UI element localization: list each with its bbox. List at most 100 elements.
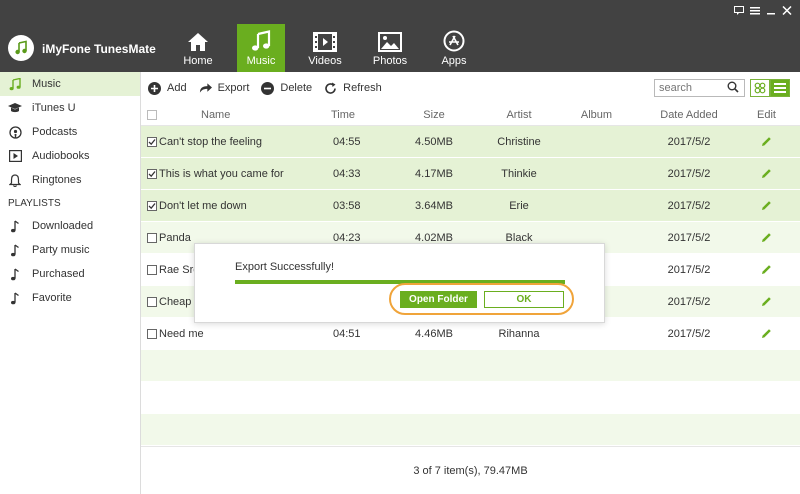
table-header: Name Time Size Artist Album Date Added E… [141,104,800,126]
audiobook-icon [8,149,22,163]
cell-date-added: 2017/5/2 [667,167,711,180]
header-name[interactable]: Name [159,109,329,121]
sidebar-item-favorite[interactable]: Favorite [0,286,140,310]
nav-label: Apps [441,55,467,67]
nav-home[interactable]: Home [174,24,222,72]
list-view-icon[interactable] [770,79,790,97]
app-logo-icon [8,35,34,61]
table-row[interactable]: This is what you came for 04:33 4.17MB Thin… [141,158,800,190]
sidebar-item-label: Downloaded [32,220,94,232]
graduation-cap-icon [8,101,22,115]
search-input[interactable] [655,82,727,94]
search-box[interactable] [654,79,745,97]
add-button[interactable]: Add [148,81,187,95]
cell-time: 04:33 [333,167,361,180]
empty-row [141,350,800,382]
row-checkbox[interactable] [141,168,159,179]
appstore-icon [443,30,465,52]
sidebar-item-purchased[interactable]: Purchased [0,262,140,286]
ok-button[interactable]: OK [484,291,564,308]
header-size[interactable]: Size [389,109,479,121]
music-note-icon [8,267,22,281]
header-time[interactable]: Time [329,109,389,121]
cell-size: 3.64MB [415,199,453,212]
cell-time: 03:58 [333,199,361,212]
nav-music[interactable]: Music [237,24,285,72]
cell-artist: Christine [497,135,541,148]
cell-artist: Erie [509,199,529,212]
sidebar-item-label: iTunes U [32,102,76,114]
empty-row [141,382,800,414]
cell-date-added: 2017/5/2 [667,231,711,244]
app-title: iMyFone TunesMate [42,42,156,56]
table-row[interactable]: Can't stop the feeling 04:55 4.50MB Christi… [141,126,800,158]
music-note-icon [8,243,22,257]
sidebar-item-label: Audiobooks [32,150,90,162]
select-all-checkbox[interactable] [141,109,159,120]
sidebar-item-ringtones[interactable]: Ringtones [0,168,140,192]
table-row[interactable]: Don't let me down 03:58 3.64MB Erie 2017/5/2 [141,190,800,222]
refresh-button[interactable]: Refresh [324,82,382,95]
row-checkbox[interactable] [141,232,159,243]
menu-icon[interactable] [749,5,760,16]
minus-circle-icon [261,81,275,95]
cell-date-added: 2017/5/2 [667,135,711,148]
sidebar-item-music[interactable]: Music [0,72,140,96]
cell-artist: Rihanna [498,327,540,340]
nav-videos[interactable]: Videos [301,24,349,72]
nav-photos[interactable]: Photos [366,24,414,72]
cell-time: 04:51 [333,327,361,340]
status-text: 3 of 7 item(s), 79.47MB [413,464,528,477]
edit-pencil-icon[interactable] [744,264,789,275]
edit-pencil-icon[interactable] [744,136,789,147]
sidebar-item-itunes-u[interactable]: iTunes U [0,96,140,120]
view-toggle [750,79,790,97]
sidebar-item-label: Favorite [32,292,72,304]
row-checkbox[interactable] [141,296,159,307]
cell-name: Can't stop the feeling [159,135,263,148]
feedback-icon[interactable] [733,5,744,16]
row-checkbox[interactable] [141,264,159,275]
sidebar-item-label: Party music [32,244,90,256]
edit-pencil-icon[interactable] [744,328,789,339]
add-label: Add [167,82,187,94]
sidebar-item-podcasts[interactable]: Podcasts [0,120,140,144]
nav-label: Videos [308,55,342,67]
export-button[interactable]: Export [199,82,250,95]
sidebar: Music iTunes U Podcasts Audiobooks Ringt… [0,72,141,494]
cell-time: 04:55 [333,135,361,148]
music-note-icon [8,219,22,233]
header-artist[interactable]: Artist [479,109,559,121]
cell-date-added: 2017/5/2 [667,295,711,308]
row-checkbox[interactable] [141,136,159,147]
edit-pencil-icon[interactable] [744,168,789,179]
minimize-icon[interactable] [765,5,776,16]
header-date-added[interactable]: Date Added [634,109,744,121]
edit-pencil-icon[interactable] [744,232,789,243]
cell-date-added: 2017/5/2 [667,263,711,276]
row-checkbox[interactable] [141,328,159,339]
sidebar-item-downloaded[interactable]: Downloaded [0,214,140,238]
bell-icon [8,173,22,187]
sidebar-item-label: Music [32,78,61,90]
title-bar: iMyFone TunesMate Home Music Videos Phot… [0,0,800,72]
sidebar-item-party-music[interactable]: Party music [0,238,140,262]
search-icon[interactable] [727,81,739,96]
cell-size: 4.02MB [415,231,453,244]
grid-view-icon[interactable] [750,79,770,97]
sidebar-item-audiobooks[interactable]: Audiobooks [0,144,140,168]
header-album[interactable]: Album [559,109,634,121]
empty-row [141,414,800,446]
cell-name: Need me [159,327,204,340]
edit-pencil-icon[interactable] [744,200,789,211]
delete-button[interactable]: Delete [261,81,312,95]
cell-date-added: 2017/5/2 [667,199,711,212]
nav-apps[interactable]: Apps [430,24,478,72]
cell-date-added: 2017/5/2 [667,327,711,340]
open-folder-button[interactable]: Open Folder [400,291,477,308]
cell-artist: Thinkie [501,167,537,180]
edit-pencil-icon[interactable] [744,296,789,307]
export-label: Export [217,82,250,94]
close-icon[interactable] [781,5,792,16]
row-checkbox[interactable] [141,200,159,211]
